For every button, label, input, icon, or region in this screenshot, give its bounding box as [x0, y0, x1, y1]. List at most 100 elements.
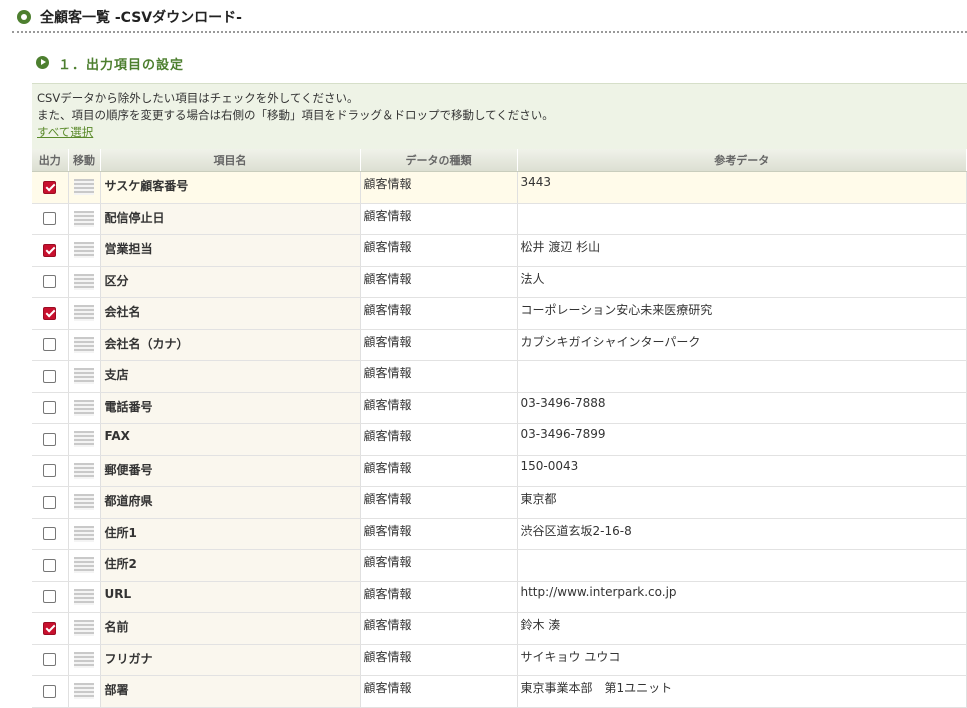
table-header-row: 出力 移動 項目名 データの種類 参考データ: [32, 149, 967, 172]
item-name: 住所1: [100, 518, 361, 550]
section-title: １．出力項目の設定: [58, 58, 185, 73]
reference-data: 渋谷区道玄坂2-16-8: [517, 518, 967, 550]
reference-data: 3443: [517, 171, 967, 204]
item-name: FAX: [100, 423, 361, 456]
output-checkbox[interactable]: [43, 590, 57, 604]
data-type: 顧客情報: [360, 612, 518, 645]
reference-data: http://www.interpark.co.jp: [517, 581, 967, 613]
item-name: 住所2: [100, 549, 361, 582]
data-type: 顧客情報: [360, 171, 518, 204]
move-cell: [68, 171, 101, 204]
output-checkbox[interactable]: [43, 495, 57, 509]
drag-handle-icon[interactable]: [74, 620, 94, 637]
output-checkbox[interactable]: [43, 684, 57, 698]
output-checkbox[interactable]: [43, 275, 57, 289]
header-divider: [12, 31, 967, 33]
output-cell: [32, 423, 69, 456]
output-checkbox[interactable]: [43, 212, 57, 226]
output-cell: [32, 549, 69, 582]
drag-handle-icon[interactable]: [74, 399, 94, 416]
output-checkbox[interactable]: [43, 306, 57, 320]
table-row: 住所1 顧客情報 渋谷区道玄坂2-16-8: [32, 518, 967, 550]
output-checkbox[interactable]: [43, 464, 57, 478]
output-checkbox[interactable]: [43, 653, 57, 667]
data-type: 顧客情報: [360, 518, 518, 550]
drag-handle-icon[interactable]: [74, 494, 94, 511]
move-cell: [68, 644, 101, 676]
table-row: 会社名（カナ） 顧客情報 カブシキガイシャインターパーク: [32, 329, 967, 361]
drag-handle-icon[interactable]: [74, 179, 94, 196]
output-checkbox[interactable]: [43, 621, 57, 635]
move-cell: [68, 612, 101, 645]
data-type: 顧客情報: [360, 266, 518, 298]
move-cell: [68, 581, 101, 613]
output-checkbox[interactable]: [43, 180, 57, 194]
output-cell: [32, 675, 69, 708]
table-row: 都道府県 顧客情報 東京都: [32, 486, 967, 519]
data-type: 顧客情報: [360, 644, 518, 676]
output-checkbox[interactable]: [43, 527, 57, 541]
move-cell: [68, 234, 101, 267]
item-name: 会社名: [100, 297, 361, 330]
drag-handle-icon[interactable]: [74, 588, 94, 605]
table-row: 住所2 顧客情報: [32, 549, 967, 582]
data-type: 顧客情報: [360, 581, 518, 613]
move-cell: [68, 675, 101, 708]
reference-data: [517, 203, 967, 235]
table-row: 名前 顧客情報 鈴木 湊: [32, 612, 967, 645]
drag-handle-icon[interactable]: [74, 242, 94, 259]
drag-handle-icon[interactable]: [74, 525, 94, 542]
output-cell: [32, 171, 69, 204]
item-name: 名前: [100, 612, 361, 645]
drag-handle-icon[interactable]: [74, 557, 94, 574]
select-all-link[interactable]: すべて選択: [37, 124, 93, 140]
output-cell: [32, 644, 69, 676]
move-cell: [68, 518, 101, 550]
drag-handle-icon[interactable]: [74, 651, 94, 668]
table-row: 営業担当 顧客情報 松井 渡辺 杉山: [32, 234, 967, 267]
drag-handle-icon[interactable]: [74, 305, 94, 322]
drag-handle-icon[interactable]: [74, 210, 94, 227]
data-type: 顧客情報: [360, 297, 518, 330]
drag-handle-icon[interactable]: [74, 431, 94, 448]
output-cell: [32, 297, 69, 330]
table-row: URL 顧客情報 http://www.interpark.co.jp: [32, 581, 967, 613]
drag-handle-icon[interactable]: [74, 368, 94, 385]
reference-data: 松井 渡辺 杉山: [517, 234, 967, 267]
reference-data: 法人: [517, 266, 967, 298]
table-row: 電話番号 顧客情報 03-3496-7888: [32, 392, 967, 424]
output-checkbox[interactable]: [43, 243, 57, 257]
table-row: 支店 顧客情報: [32, 360, 967, 393]
instruction-line-2: また、項目の順序を変更する場合は右側の「移動」項目をドラッグ＆ドロップで移動して…: [37, 108, 554, 122]
reference-data: [517, 360, 967, 393]
output-checkbox[interactable]: [43, 432, 57, 446]
drag-handle-icon[interactable]: [74, 683, 94, 700]
data-type: 顧客情報: [360, 234, 518, 267]
data-type: 顧客情報: [360, 549, 518, 582]
output-checkbox[interactable]: [43, 401, 57, 415]
output-cell: [32, 203, 69, 235]
drag-handle-icon[interactable]: [74, 462, 94, 479]
header-data-type: データの種類: [360, 149, 518, 172]
output-checkbox[interactable]: [43, 558, 57, 572]
output-cell: [32, 581, 69, 613]
item-name: 会社名（カナ）: [100, 329, 361, 361]
output-cell: [32, 455, 69, 487]
table-row: 部署 顧客情報 東京事業本部 第1ユニット: [32, 675, 967, 708]
data-type: 顧客情報: [360, 675, 518, 708]
item-name: フリガナ: [100, 644, 361, 676]
item-name: 配信停止日: [100, 203, 361, 235]
item-name: 区分: [100, 266, 361, 298]
drag-handle-icon[interactable]: [74, 336, 94, 353]
data-type: 顧客情報: [360, 360, 518, 393]
move-cell: [68, 266, 101, 298]
move-cell: [68, 549, 101, 582]
output-checkbox[interactable]: [43, 369, 57, 383]
reference-data: 03-3496-7899: [517, 423, 967, 456]
output-checkbox[interactable]: [43, 338, 57, 352]
drag-handle-icon[interactable]: [74, 273, 94, 290]
table-row: 会社名 顧客情報 コーポレーション安心未来医療研究: [32, 297, 967, 330]
reference-data: [517, 549, 967, 582]
data-type: 顧客情報: [360, 486, 518, 519]
move-cell: [68, 297, 101, 330]
